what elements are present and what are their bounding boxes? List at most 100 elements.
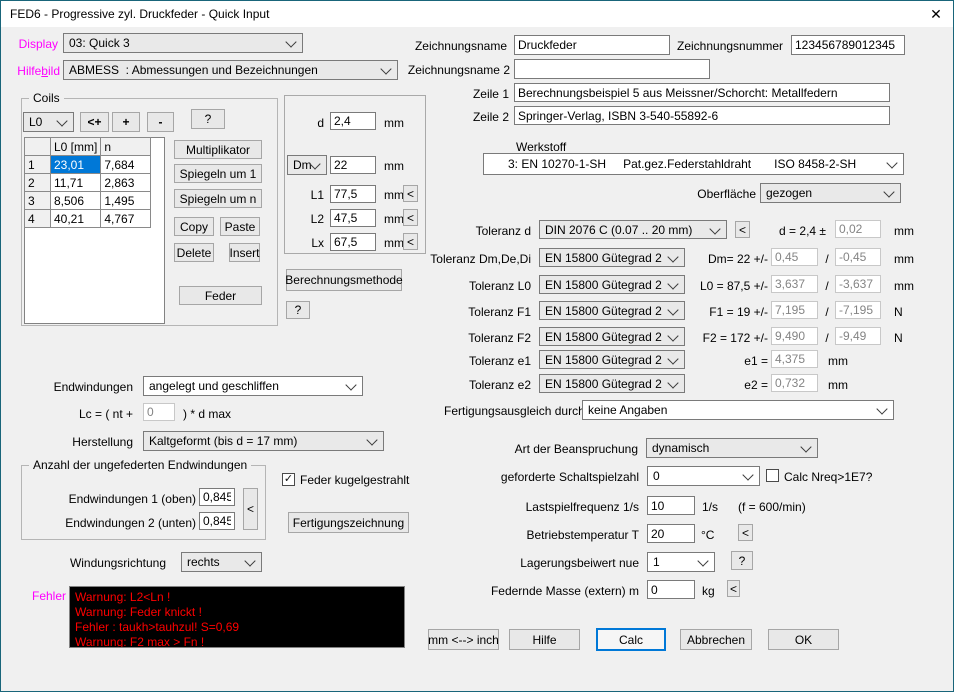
cell-l0[interactable]: 8,506 (51, 192, 101, 210)
l1-label: L1 (294, 188, 324, 202)
display-select[interactable]: 03: Quick 3 (63, 33, 303, 53)
dm-select[interactable]: Dm (287, 155, 327, 175)
werkstoff-select[interactable]: 3: EN 10270-1-SH Pat.gez.Federstahldraht… (483, 153, 904, 175)
zeichnungsname-input[interactable] (514, 35, 670, 55)
chevron-down-icon (667, 377, 678, 388)
toleranz-l0-value: EN 15800 Gütegrad 2 (545, 278, 662, 292)
spiegeln-um-1-button[interactable]: Spiegeln um 1 (174, 164, 262, 183)
cell-n[interactable]: 2,863 (101, 174, 151, 192)
zeichnungsnummer-input[interactable] (791, 35, 905, 55)
fertigungsausgleich-value: keine Angaben (588, 403, 667, 417)
cell-l0[interactable]: 40,21 (51, 210, 101, 228)
dimensions-help-button[interactable]: ? (286, 301, 310, 319)
cell-n[interactable]: 1,495 (101, 192, 151, 210)
copy-button[interactable]: Copy (174, 217, 214, 236)
table-row[interactable]: 2 11,71 2,863 (25, 174, 151, 192)
endwindungen-label: Endwindungen (33, 380, 133, 394)
toleranz-f2-minus-field (835, 327, 881, 345)
spiegeln-um-n-button[interactable]: Spiegeln um n (174, 189, 262, 208)
federnde-masse-input[interactable] (647, 580, 695, 599)
table-row[interactable]: 1 23,01 7,684 (25, 156, 151, 174)
zeichnungsname-label: Zeichnungsname (407, 39, 507, 53)
d-unit: mm (384, 116, 404, 130)
row-header[interactable]: 1 (25, 156, 51, 174)
berechnungsmethode-button[interactable]: Berechnungsmethode (286, 269, 402, 291)
close-button[interactable]: ✕ (919, 1, 953, 27)
cell-l0[interactable]: 11,71 (51, 174, 101, 192)
mm-inch-button[interactable]: mm <--> inch (428, 629, 499, 650)
kugelgestrahlt-label: Feder kugelgestrahlt (300, 473, 409, 487)
coils-remove-button[interactable]: - (147, 112, 174, 132)
row-header[interactable]: 3 (25, 192, 51, 210)
l2-input[interactable] (330, 209, 376, 227)
delete-button[interactable]: Delete (174, 243, 214, 262)
table-row[interactable]: 3 8,506 1,495 (25, 192, 151, 210)
toleranz-l0-unit: mm (894, 279, 914, 293)
coils-column-select[interactable]: L0 (23, 112, 74, 132)
calc-button[interactable]: Calc (596, 628, 666, 651)
zeile2-label: Zeile 2 (409, 110, 509, 124)
betriebstemperatur-pick-button[interactable]: < (738, 524, 753, 541)
endwindungen1-input[interactable] (199, 488, 235, 506)
multiplikator-button[interactable]: Multiplikator (174, 140, 262, 159)
zeichnungsname2-input[interactable] (514, 59, 710, 79)
fertigungsausgleich-select[interactable]: keine Angaben (582, 400, 894, 420)
cell-n[interactable]: 7,684 (101, 156, 151, 174)
feder-button[interactable]: Feder (179, 286, 262, 305)
toleranz-dm-minus-field (835, 248, 881, 266)
fertigungszeichnung-button[interactable]: Fertigungszeichnung (288, 512, 409, 533)
fehler-line: Warnung: F2 max > Fn ! (75, 635, 399, 648)
table-row[interactable]: 4 40,21 4,767 (25, 210, 151, 228)
hilfebild-select[interactable]: ABMESS : Abmessungen und Bezeichnungen (63, 60, 398, 80)
toleranz-e1-select[interactable]: EN 15800 Gütegrad 2 (539, 350, 685, 369)
toleranz-e2-select[interactable]: EN 15800 Gütegrad 2 (539, 374, 685, 393)
federnde-masse-pick-button[interactable]: < (727, 580, 740, 597)
cell-l0-selected[interactable]: 23,01 (51, 156, 101, 174)
toleranz-e2-unit: mm (828, 378, 848, 392)
dialog-window: FED6 - Progressive zyl. Druckfeder - Qui… (0, 0, 954, 692)
insert-button[interactable]: Insert (229, 243, 260, 262)
chevron-down-icon (886, 157, 897, 168)
hilfebild-value: ABMESS : Abmessungen und Bezeichnungen (69, 63, 318, 77)
lagerungsbeiwert-help-button[interactable]: ? (731, 551, 753, 570)
lc-input[interactable] (143, 403, 175, 421)
coils-add-button[interactable]: + (112, 112, 140, 132)
oberflaeche-select[interactable]: gezogen (760, 183, 901, 203)
abbrechen-button[interactable]: Abbrechen (680, 629, 752, 650)
coils-add-left-button[interactable]: <+ (80, 112, 109, 132)
window-title: FED6 - Progressive zyl. Druckfeder - Qui… (10, 7, 269, 21)
kugelgestrahlt-checkbox[interactable]: ✓ (282, 473, 295, 486)
row-header[interactable]: 2 (25, 174, 51, 192)
beanspruchung-select[interactable]: dynamisch (646, 438, 818, 458)
lx-input[interactable] (330, 233, 376, 251)
lx-unit: mm (384, 236, 404, 250)
betriebstemperatur-input[interactable] (647, 524, 695, 543)
toleranz-d-select[interactable]: DIN 2076 C (0.07 .. 20 mm) (539, 220, 727, 239)
paste-button[interactable]: Paste (220, 217, 260, 236)
toleranz-f2-slash: / (821, 331, 833, 345)
ok-button[interactable]: OK (768, 629, 839, 650)
toleranz-e2-value: EN 15800 Gütegrad 2 (545, 377, 662, 391)
d-input[interactable] (330, 112, 376, 130)
cell-n[interactable]: 4,767 (101, 210, 151, 228)
hilfe-button[interactable]: Hilfe (509, 629, 580, 650)
l1-input[interactable] (330, 185, 376, 203)
zeile2-input[interactable] (514, 106, 890, 125)
row-header[interactable]: 4 (25, 210, 51, 228)
dm-input[interactable] (330, 156, 376, 174)
endwindungen-pick-button[interactable]: < (243, 488, 258, 530)
herstellung-select[interactable]: Kaltgeformt (bis d = 17 mm) (143, 431, 384, 451)
toleranz-e1-unit: mm (828, 354, 848, 368)
coils-help-button[interactable]: ? (191, 109, 225, 129)
endwindungen-select[interactable]: angelegt und geschliffen (143, 376, 363, 396)
lastspielfrequenz-input[interactable] (647, 496, 695, 515)
l1-pick-button[interactable]: < (403, 185, 418, 202)
schaltspielzahl-select[interactable]: 0 (647, 466, 760, 486)
toleranz-f1-value-label: F1 = 19 +/- (648, 305, 768, 319)
windungsrichtung-select[interactable]: rechts (181, 552, 262, 572)
lagerungsbeiwert-select[interactable]: 1 (647, 552, 715, 572)
zeile1-input[interactable] (514, 83, 890, 102)
nreq-checkbox[interactable] (766, 469, 779, 482)
coils-table[interactable]: L0 [mm] n 1 23,01 7,684 2 11,71 2,863 3 … (24, 137, 165, 324)
endwindungen2-input[interactable] (199, 512, 235, 530)
